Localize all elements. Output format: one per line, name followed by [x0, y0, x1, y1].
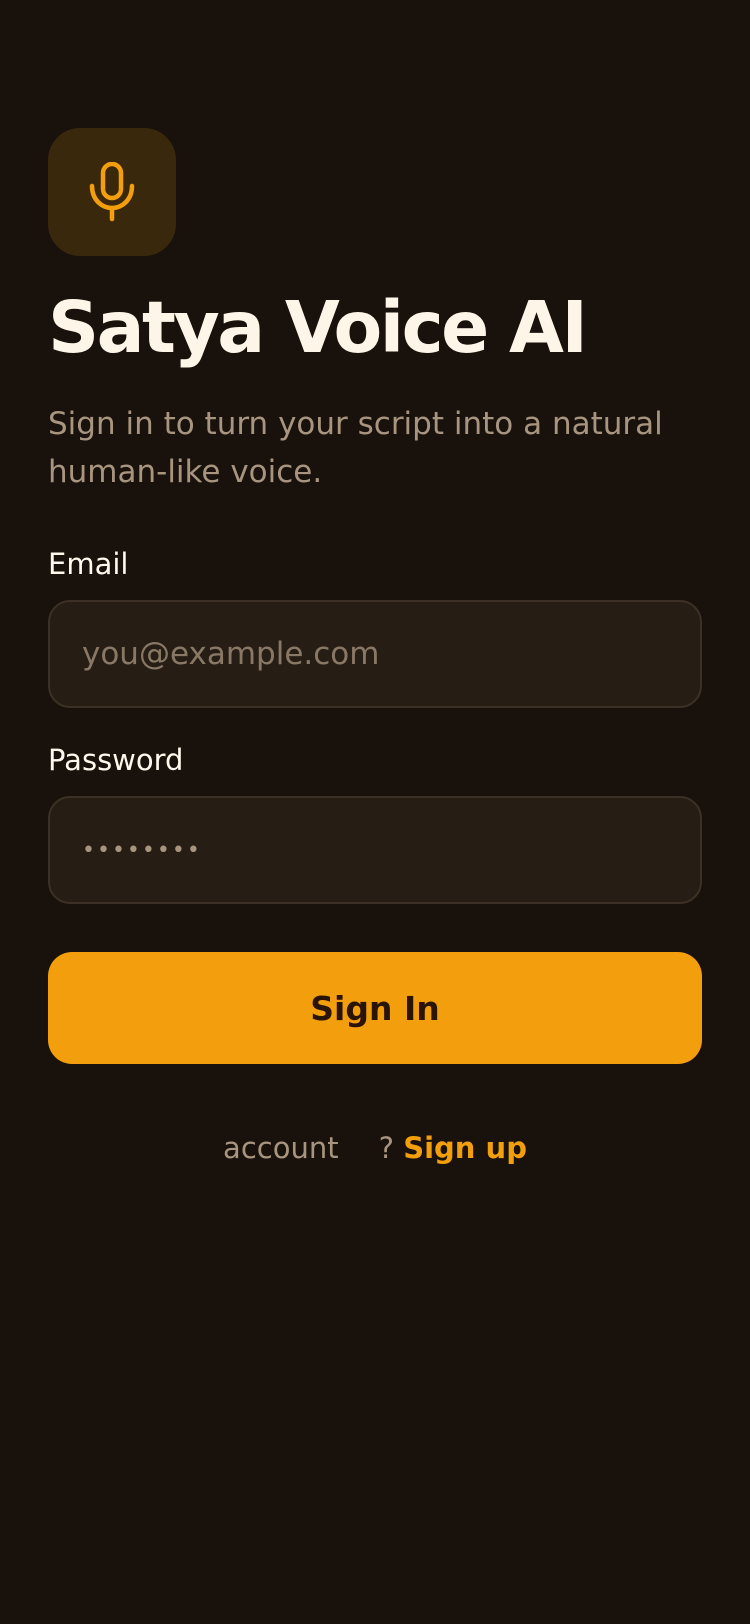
signup-prompt-question-mark: ? [378, 1131, 394, 1165]
email-field[interactable] [50, 602, 700, 706]
app-logo [48, 128, 176, 256]
sign-in-button[interactable]: Sign In [48, 952, 702, 1064]
password-label: Password [48, 743, 184, 777]
password-field[interactable] [50, 798, 700, 902]
app-subtitle: Sign in to turn your script into a natur… [48, 406, 663, 490]
signup-prompt-text: account [223, 1131, 339, 1165]
password-field-box [48, 796, 702, 904]
microphone-icon [89, 162, 135, 222]
signup-prompt: account? Sign up [0, 1128, 750, 1168]
email-label: Email [48, 547, 129, 581]
email-field-box [48, 600, 702, 708]
app-title: Satya Voice AI [48, 286, 588, 369]
sign-up-link[interactable]: Sign up [403, 1131, 527, 1165]
